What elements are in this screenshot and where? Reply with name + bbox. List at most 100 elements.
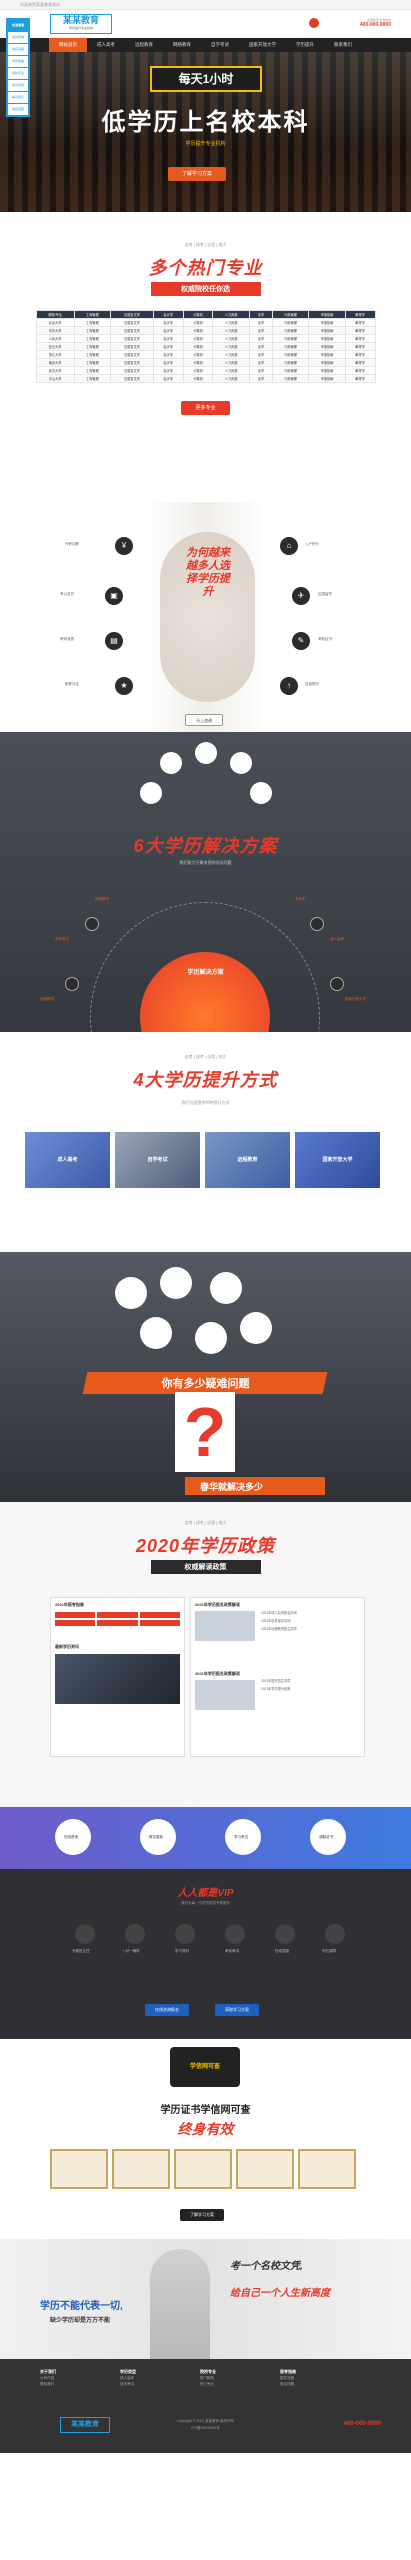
table-cell[interactable]: 计算机 — [182, 350, 214, 359]
table-cell[interactable]: 行政管理 — [271, 334, 310, 343]
table-cell[interactable]: 会计学 — [152, 342, 184, 351]
table-cell[interactable]: 会计学 — [152, 366, 184, 375]
table-cell[interactable]: 人力资源 — [212, 350, 250, 359]
table-cell[interactable]: 市场营销 — [308, 342, 346, 351]
table-cell[interactable]: 会计学 — [152, 334, 184, 343]
table-cell[interactable]: 中山大学 — [35, 374, 75, 383]
table-cell[interactable]: 工商管理 — [73, 350, 111, 359]
logo[interactable]: 某某教育 学历提升专业机构 — [50, 14, 112, 34]
table-cell[interactable]: 会计学 — [152, 350, 184, 359]
way-card[interactable]: 自学考试 — [115, 1132, 200, 1188]
table-cell[interactable]: 教育学 — [344, 366, 376, 375]
side-menu-item[interactable]: 报名流程 — [8, 44, 28, 55]
table-cell[interactable]: 工商管理 — [73, 334, 111, 343]
table-cell[interactable]: 教育学 — [344, 326, 376, 335]
table-cell[interactable]: 行政管理 — [271, 318, 310, 327]
table-cell[interactable]: 法学 — [248, 374, 273, 383]
side-menu-item[interactable]: 在线咨询 — [8, 32, 28, 43]
table-cell[interactable]: 人力资源 — [212, 326, 250, 335]
solution-node[interactable] — [85, 917, 99, 931]
table-cell[interactable]: 汉语言文学 — [109, 350, 154, 359]
table-cell[interactable]: 法学 — [248, 366, 273, 375]
hero-cta-button[interactable]: 了解学习方案 — [168, 167, 227, 181]
table-cell[interactable]: 市场营销 — [308, 318, 346, 327]
table-cell[interactable]: 汉语言文学 — [109, 334, 154, 343]
table-cell[interactable]: 计算机 — [182, 342, 214, 351]
nav-item[interactable]: 成人高考 — [87, 38, 125, 52]
table-cell[interactable]: 工商管理 — [73, 358, 111, 367]
table-cell[interactable]: 法学 — [248, 342, 273, 351]
table-cell[interactable]: 行政管理 — [271, 358, 310, 367]
table-cell[interactable]: 行政管理 — [271, 326, 310, 335]
nav-item[interactable]: 网络教育 — [163, 38, 201, 52]
why-consult-button[interactable]: 马上咨询 — [185, 714, 223, 726]
table-cell[interactable]: 市场营销 — [308, 350, 346, 359]
table-cell[interactable]: 会计学 — [152, 374, 184, 383]
table-cell[interactable]: 法学 — [248, 334, 273, 343]
solution-node[interactable] — [310, 917, 324, 931]
table-cell[interactable]: 计算机 — [182, 334, 214, 343]
side-menu-item[interactable]: 常见问题 — [8, 80, 28, 91]
table-cell[interactable]: 教育学 — [344, 334, 376, 343]
table-cell[interactable]: 行政管理 — [271, 366, 310, 375]
table-cell[interactable]: 工商管理 — [73, 318, 111, 327]
table-cell[interactable]: 计算机 — [182, 366, 214, 375]
list-item[interactable]: 2021年远程教育招生简章 — [261, 1626, 297, 1631]
list-item[interactable]: 2021年成人高考报名时间 — [261, 1610, 297, 1615]
table-cell[interactable]: 汉语言文学 — [109, 374, 154, 383]
way-card[interactable]: 成人高考 — [25, 1132, 110, 1188]
table-cell[interactable]: 行政管理 — [271, 350, 310, 359]
table-cell[interactable]: 人力资源 — [212, 366, 250, 375]
table-cell[interactable]: 会计学 — [152, 318, 184, 327]
table-cell[interactable]: 南京大学 — [35, 358, 75, 367]
table-cell[interactable]: 工商管理 — [73, 374, 111, 383]
table-cell[interactable]: 人力资源 — [212, 334, 250, 343]
nav-item[interactable]: 自学考试 — [201, 38, 239, 52]
solution-node[interactable] — [65, 977, 79, 991]
table-cell[interactable]: 汉语言文学 — [109, 366, 154, 375]
table-cell[interactable]: 市场营销 — [308, 334, 346, 343]
table-cell[interactable]: 教育学 — [344, 342, 376, 351]
table-cell[interactable]: 清华大学 — [35, 326, 75, 335]
list-item[interactable]: 2021年学历提升政策 — [261, 1686, 290, 1691]
table-cell[interactable]: 浙江大学 — [35, 350, 75, 359]
table-cell[interactable]: 人力资源 — [212, 318, 250, 327]
table-cell[interactable]: 人力资源 — [212, 342, 250, 351]
side-menu-item[interactable]: 院校专业 — [8, 68, 28, 79]
table-cell[interactable]: 汉语言文学 — [109, 318, 154, 327]
table-cell[interactable]: 人力资源 — [212, 358, 250, 367]
table-cell[interactable]: 教育学 — [344, 318, 376, 327]
vip-consult-button[interactable]: 在线咨询报名 — [145, 2004, 189, 2016]
nav-item-home[interactable]: 网站首页 — [49, 38, 87, 52]
table-cell[interactable]: 计算机 — [182, 326, 214, 335]
table-cell[interactable]: 行政管理 — [271, 374, 310, 383]
table-cell[interactable]: 教育学 — [344, 374, 376, 383]
table-cell[interactable]: 人力资源 — [212, 374, 250, 383]
more-majors-button[interactable]: 更多专业 — [181, 401, 230, 415]
table-cell[interactable]: 市场营销 — [308, 326, 346, 335]
nav-item[interactable]: 联系我们 — [324, 38, 362, 52]
table-cell[interactable]: 工商管理 — [73, 342, 111, 351]
table-cell[interactable]: 汉语言文学 — [109, 326, 154, 335]
side-menu-item[interactable]: 联系我们 — [8, 92, 28, 103]
table-cell[interactable]: 武汉大学 — [35, 366, 75, 375]
table-cell[interactable]: 复旦大学 — [35, 342, 75, 351]
table-cell[interactable]: 法学 — [248, 318, 273, 327]
table-cell[interactable]: 市场营销 — [308, 374, 346, 383]
table-cell[interactable]: 计算机 — [182, 374, 214, 383]
table-cell[interactable]: 教育学 — [344, 358, 376, 367]
table-cell[interactable]: 会计学 — [152, 358, 184, 367]
table-cell[interactable]: 北京大学 — [35, 318, 75, 327]
side-menu-item[interactable]: 返回顶部 — [8, 104, 28, 115]
cert-plan-button[interactable]: 了解学习方案 — [180, 2209, 224, 2221]
list-item[interactable]: 2021年自考报名时间 — [261, 1618, 290, 1623]
nav-item[interactable]: 远程教育 — [125, 38, 163, 52]
table-cell[interactable]: 工商管理 — [73, 326, 111, 335]
side-menu-item[interactable]: 学历政策 — [8, 56, 28, 67]
way-card[interactable]: 国家开放大学 — [295, 1132, 380, 1188]
table-cell[interactable]: 教育学 — [344, 350, 376, 359]
table-cell[interactable]: 会计学 — [152, 326, 184, 335]
table-cell[interactable]: 法学 — [248, 358, 273, 367]
table-cell[interactable]: 人民大学 — [35, 334, 75, 343]
table-cell[interactable]: 法学 — [248, 350, 273, 359]
